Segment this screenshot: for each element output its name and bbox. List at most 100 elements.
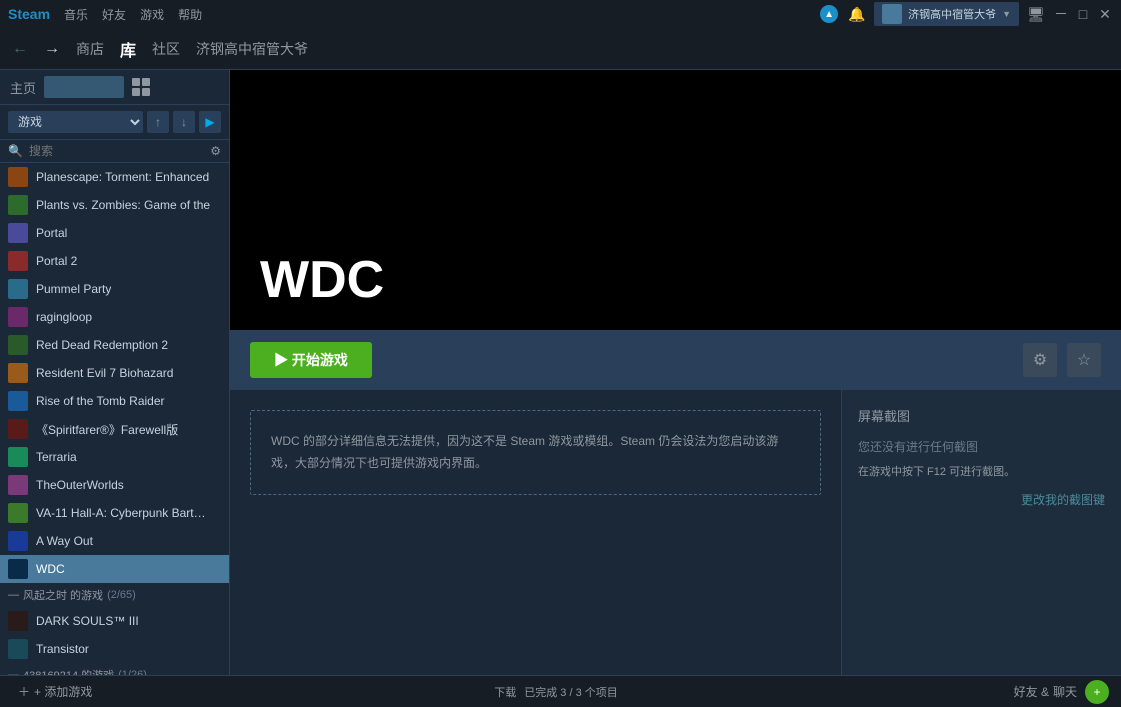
game-thumbnail	[8, 251, 28, 271]
friends-label: 好友 &	[1014, 683, 1049, 700]
steam-logo: Steam	[8, 6, 50, 22]
game-list-item[interactable]: 《Spiritfarer®》Farewell版	[0, 415, 229, 443]
user-area[interactable]: 济钢高中宿管大爷 ▼	[874, 2, 1019, 26]
grid-view-button[interactable]	[132, 78, 150, 96]
game-list-item[interactable]: Terraria	[0, 443, 229, 471]
game-list-item[interactable]: Portal 2	[0, 247, 229, 275]
game-list-item[interactable]: Red Dead Redemption 2	[0, 331, 229, 359]
add-game-label: + 添加游戏	[34, 683, 92, 700]
monitor-icon[interactable]: 🖥	[1025, 3, 1047, 25]
game-list-item[interactable]: WDC	[0, 555, 229, 583]
home-banner	[44, 76, 124, 98]
game-name-label: Portal 2	[36, 254, 77, 268]
game-actions: ▶ 开始游戏 ⚙ ☆	[230, 330, 1121, 390]
game-thumbnail	[8, 335, 28, 355]
menu-item-games[interactable]: 游戏	[140, 6, 164, 23]
content-area: WDC ▶ 开始游戏 ⚙ ☆ WDC 的部分详细信息无法提供，因为这不是 Ste…	[230, 70, 1121, 675]
game-list: Planescape: Torment: Enhanced Plants vs. …	[0, 163, 229, 675]
screenshots-panel: 屏幕截图 您还没有进行任何截图 在游戏中按下 F12 可进行截图。 更改我的截图…	[841, 390, 1121, 675]
game-thumbnail	[8, 391, 28, 411]
game-name-label: A Way Out	[36, 534, 93, 548]
game-name-label: DARK SOULS™ III	[36, 614, 139, 628]
favorite-button[interactable]: ☆	[1067, 343, 1101, 377]
game-list-item[interactable]: DARK SOULS™ III	[0, 607, 229, 635]
game-thumbnail	[8, 531, 28, 551]
group-expand-icon-2: —	[8, 669, 19, 675]
download-label: 下载	[494, 684, 516, 700]
menu-item-music[interactable]: 音乐	[64, 6, 88, 23]
game-name-label: Terraria	[36, 450, 77, 464]
home-label[interactable]: 主页	[10, 78, 36, 97]
add-game-button[interactable]: ＋ + 添加游戏	[12, 681, 98, 702]
game-content: WDC 的部分详细信息无法提供，因为这不是 Steam 游戏或模组。Steam …	[230, 390, 1121, 675]
sort-desc-button[interactable]: ↓	[173, 111, 195, 133]
game-list-item[interactable]: Plants vs. Zombies: Game of the	[0, 191, 229, 219]
game-thumbnail	[8, 167, 28, 187]
status-left: ＋ + 添加游戏	[12, 681, 98, 702]
main-area: 主页 游戏 ↑ ↓ ▶ 🔍 ⚙ Planescape: Torment: Enh…	[0, 70, 1121, 675]
forward-button[interactable]: →	[44, 40, 60, 58]
group-header-2[interactable]: — 438169214 的游戏 (1/26)	[0, 663, 229, 675]
game-name-label: Planescape: Torment: Enhanced	[36, 170, 209, 184]
download-status: 已完成 3 / 3 个项目	[524, 684, 618, 700]
minimize-button[interactable]: －	[1053, 6, 1069, 22]
back-button[interactable]: ←	[12, 40, 28, 58]
game-name-label: Pummel Party	[36, 282, 111, 296]
nav-username[interactable]: 济钢高中宿管大爷	[196, 39, 308, 59]
change-key-button[interactable]: 更改我的截图键	[858, 491, 1105, 508]
titlebar: Steam 音乐 好友 游戏 帮助 ▲ 🔔 济钢高中宿管大爷 ▼ 🖥 － □ ✕	[0, 0, 1121, 28]
menu-item-help[interactable]: 帮助	[178, 6, 202, 23]
user-dropdown-arrow: ▼	[1002, 9, 1011, 19]
game-name-label: Red Dead Redemption 2	[36, 338, 168, 352]
nav-store[interactable]: 商店	[76, 39, 104, 59]
game-list-item[interactable]: TheOuterWorlds	[0, 471, 229, 499]
close-button[interactable]: ✕	[1097, 6, 1113, 22]
game-name-label: 《Spiritfarer®》Farewell版	[36, 421, 178, 438]
notification-icon-1[interactable]: ▲	[818, 3, 840, 25]
game-thumbnail	[8, 279, 28, 299]
titlebar-menu: Steam 音乐 好友 游戏 帮助	[8, 6, 202, 23]
search-bar: 🔍 ⚙	[0, 140, 229, 163]
game-list-item[interactable]: A Way Out	[0, 527, 229, 555]
game-hero: WDC	[230, 70, 1121, 330]
group-header-1[interactable]: — 风起之时 的游戏 (2/65)	[0, 583, 229, 607]
game-list-item[interactable]: Transistor	[0, 635, 229, 663]
game-thumbnail	[8, 195, 28, 215]
statusbar: ＋ + 添加游戏 下载 已完成 3 / 3 个项目 好友 & 聊天 +	[0, 675, 1121, 707]
category-dropdown[interactable]: 游戏	[8, 111, 143, 133]
group-expand-icon: —	[8, 589, 19, 601]
friends-expand-button[interactable]: +	[1085, 680, 1109, 704]
maximize-button[interactable]: □	[1075, 6, 1091, 22]
search-input[interactable]	[29, 144, 204, 158]
friends-chat-button[interactable]: 好友 & 聊天	[1014, 683, 1077, 700]
menu-item-friends[interactable]: 好友	[102, 6, 126, 23]
friends-chat-label: 聊天	[1053, 683, 1077, 700]
filter-button[interactable]: ▶	[199, 111, 221, 133]
notification-icon-2[interactable]: 🔔	[846, 3, 868, 25]
game-list-item[interactable]: Pummel Party	[0, 275, 229, 303]
game-list-item[interactable]: Portal	[0, 219, 229, 247]
game-thumbnail	[8, 559, 28, 579]
sidebar: 主页 游戏 ↑ ↓ ▶ 🔍 ⚙ Planescape: Torment: Enh…	[0, 70, 230, 675]
info-notice: WDC 的部分详细信息无法提供，因为这不是 Steam 游戏或模组。Steam …	[250, 410, 821, 495]
game-list-item[interactable]: Rise of the Tomb Raider	[0, 387, 229, 415]
game-thumbnail	[8, 419, 28, 439]
game-name-label: Portal	[36, 226, 67, 240]
status-right: 好友 & 聊天 +	[1014, 680, 1109, 704]
user-name: 济钢高中宿管大爷	[908, 6, 996, 22]
filter-icon[interactable]: ⚙	[210, 144, 221, 158]
user-avatar	[882, 4, 902, 24]
settings-button[interactable]: ⚙	[1023, 343, 1057, 377]
blue-indicator: ▲	[820, 5, 838, 23]
game-list-item[interactable]: Resident Evil 7 Biohazard	[0, 359, 229, 387]
play-button[interactable]: ▶ 开始游戏	[250, 342, 372, 378]
nav-community[interactable]: 社区	[152, 39, 180, 59]
no-screenshots-text: 您还没有进行任何截图	[858, 437, 1105, 459]
nav-library[interactable]: 库	[120, 37, 136, 61]
game-name-label: TheOuterWorlds	[36, 478, 124, 492]
game-list-item[interactable]: ragingloop	[0, 303, 229, 331]
game-list-item[interactable]: VA-11 Hall-A: Cyberpunk Bartende	[0, 499, 229, 527]
game-title: WDC	[260, 250, 384, 310]
sort-asc-button[interactable]: ↑	[147, 111, 169, 133]
game-list-item[interactable]: Planescape: Torment: Enhanced	[0, 163, 229, 191]
